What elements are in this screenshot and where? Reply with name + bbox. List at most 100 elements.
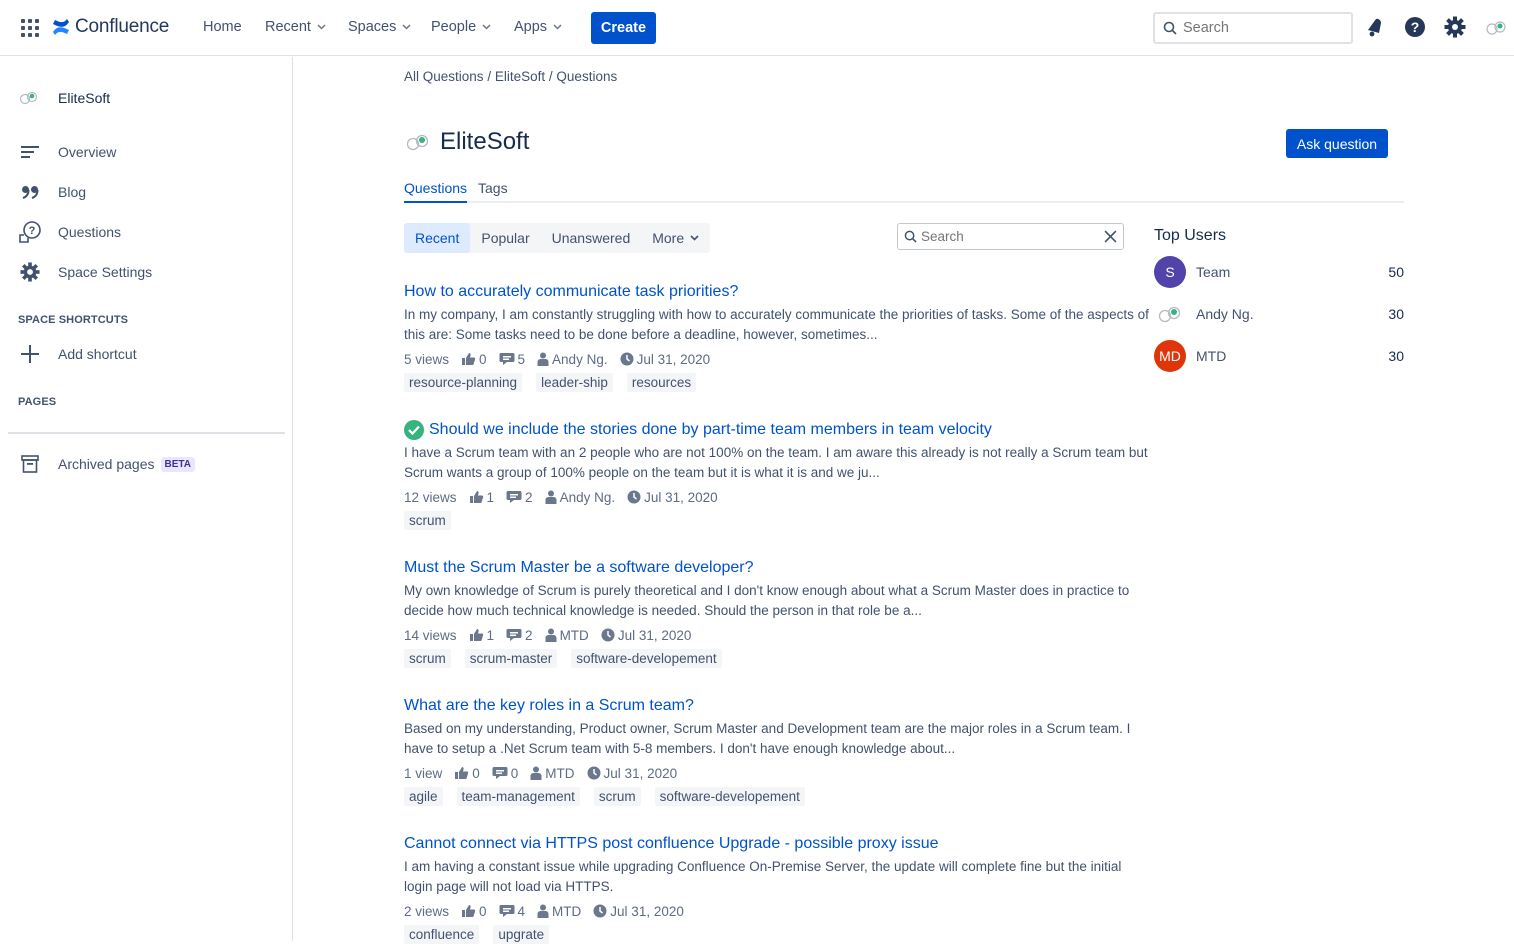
space-logo-icon [19, 91, 38, 105]
filter-more[interactable]: More [641, 223, 710, 253]
tab-tags[interactable]: Tags [478, 180, 508, 203]
tag[interactable]: confluence [404, 925, 480, 944]
archived-pages-label: Archived pages [58, 456, 155, 472]
author-name[interactable]: MTD [545, 766, 574, 781]
question-title-link[interactable]: How to accurately communicate task prior… [404, 283, 738, 301]
tag[interactable]: upgrate [493, 925, 550, 944]
question-search-input[interactable] [921, 229, 1101, 244]
top-user-name: Team [1196, 264, 1231, 280]
thumbs-up-icon [461, 904, 479, 918]
top-user-row[interactable]: S Team 50 [1154, 256, 1404, 288]
filter-recent[interactable]: Recent [404, 223, 471, 253]
author: MTD [530, 766, 575, 781]
question-excerpt: My own knowledge of Scrum is purely theo… [404, 583, 1130, 618]
tag[interactable]: scrum-master [464, 649, 558, 668]
answers: 4 [499, 904, 525, 919]
sidebar-item-label: Space Settings [58, 264, 153, 280]
answers: 2 [506, 490, 533, 505]
profile-avatar[interactable] [1484, 20, 1508, 36]
sidebar-item-questions[interactable]: ? Questions [18, 221, 121, 243]
question-date: Jul 31, 2020 [610, 903, 684, 919]
tag[interactable]: software-developement [654, 787, 805, 806]
user-avatar [1154, 298, 1186, 330]
gear-icon [18, 262, 42, 282]
nav-home[interactable]: Home [203, 19, 242, 35]
question-meta: 5 views 0 5 Andy Ng. Jul 31, 2020 [404, 349, 1149, 369]
views-count: 14 views [404, 627, 457, 643]
answers: 5 [499, 351, 526, 367]
author-name[interactable]: Andy Ng. [560, 490, 616, 505]
global-search-input[interactable] [1183, 20, 1333, 36]
nav-recent[interactable]: Recent [265, 19, 326, 35]
question-item: What are the key roles in a Scrum team? … [404, 696, 1149, 806]
settings-icon[interactable] [1444, 16, 1466, 38]
questions-icon: ? [18, 221, 42, 243]
create-button[interactable]: Create [591, 12, 656, 44]
breadcrumb-all-questions[interactable]: All Questions [404, 69, 484, 84]
breadcrumb-questions[interactable]: Questions [556, 69, 617, 84]
tag[interactable]: resources [626, 373, 697, 392]
app-switcher-icon[interactable] [21, 19, 39, 37]
breadcrumb-space[interactable]: EliteSoft [495, 69, 545, 84]
tag[interactable]: scrum [404, 649, 451, 668]
ask-question-button[interactable]: Ask question [1286, 129, 1388, 158]
author: Andy Ng. [537, 352, 608, 367]
votes-count: 0 [472, 765, 480, 781]
svg-text:?: ? [1411, 19, 1420, 35]
space-header[interactable]: EliteSoft [18, 90, 110, 106]
nav-spaces[interactable]: Spaces [348, 19, 411, 35]
nav-people[interactable]: People [431, 19, 491, 35]
votes-count: 1 [486, 489, 495, 505]
top-user-row[interactable]: Andy Ng. 30 [1154, 298, 1404, 330]
tag[interactable]: scrum [593, 787, 641, 806]
tag[interactable]: software-developement [571, 649, 722, 668]
add-shortcut-button[interactable]: Add shortcut [18, 343, 137, 365]
confluence-logo[interactable]: Confluence [52, 16, 169, 38]
question-title-link[interactable]: Should we include the stories done by pa… [429, 421, 992, 439]
filter-unanswered[interactable]: Unanswered [541, 223, 642, 253]
tag[interactable]: resource-planning [404, 373, 523, 392]
thumbs-up-icon [454, 766, 472, 780]
help-icon[interactable]: ? [1404, 16, 1426, 38]
nav-apps[interactable]: Apps [514, 19, 562, 35]
top-user-count: 30 [1388, 348, 1404, 364]
sidebar-item-space-settings[interactable]: Space Settings [18, 261, 152, 283]
clear-search-icon[interactable] [1104, 230, 1117, 243]
comment-icon [506, 490, 525, 504]
comment-icon [499, 352, 518, 366]
answers-count: 5 [517, 351, 526, 367]
breadcrumb-separator: / [548, 69, 553, 84]
question-tags: scrum [404, 511, 1149, 530]
thumbs-up-icon [461, 352, 479, 366]
question-title-link[interactable]: What are the key roles in a Scrum team? [404, 697, 694, 715]
question-title-link[interactable]: Must the Scrum Master be a software deve… [404, 559, 754, 577]
global-search[interactable] [1153, 12, 1353, 44]
question-title-link[interactable]: Cannot connect via HTTPS post confluence… [404, 835, 939, 853]
votes-count: 0 [479, 903, 487, 919]
sidebar-item-blog[interactable]: Blog [18, 181, 86, 203]
notifications-icon[interactable] [1365, 16, 1385, 38]
tag[interactable]: team-management [456, 787, 580, 806]
author-name[interactable]: MTD [560, 628, 589, 643]
filter-popular[interactable]: Popular [470, 223, 540, 253]
answers: 0 [492, 766, 518, 781]
votes: 1 [469, 489, 495, 505]
tab-questions[interactable]: Questions [404, 180, 468, 203]
question-tags: resource-planning leader-ship resources [404, 373, 1149, 392]
sidebar-item-overview[interactable]: Overview [18, 141, 116, 163]
date: Jul 31, 2020 [587, 766, 677, 781]
tag[interactable]: scrum [404, 511, 451, 530]
user-icon [537, 904, 552, 918]
author-name[interactable]: Andy Ng. [552, 352, 608, 367]
question-date: Jul 31, 2020 [617, 627, 692, 643]
top-user-row[interactable]: MD MTD 30 [1154, 340, 1404, 372]
breadcrumb: All Questions / EliteSoft / Questions [404, 69, 617, 84]
author-name[interactable]: MTD [552, 904, 581, 919]
breadcrumb-separator: / [487, 69, 492, 84]
clock-icon [627, 490, 644, 504]
sidebar-item-archived-pages[interactable]: Archived pages BETA [18, 453, 195, 475]
tag[interactable]: agile [404, 787, 443, 806]
date: Jul 31, 2020 [601, 627, 692, 643]
question-search[interactable] [897, 223, 1124, 250]
tag[interactable]: leader-ship [536, 373, 613, 392]
